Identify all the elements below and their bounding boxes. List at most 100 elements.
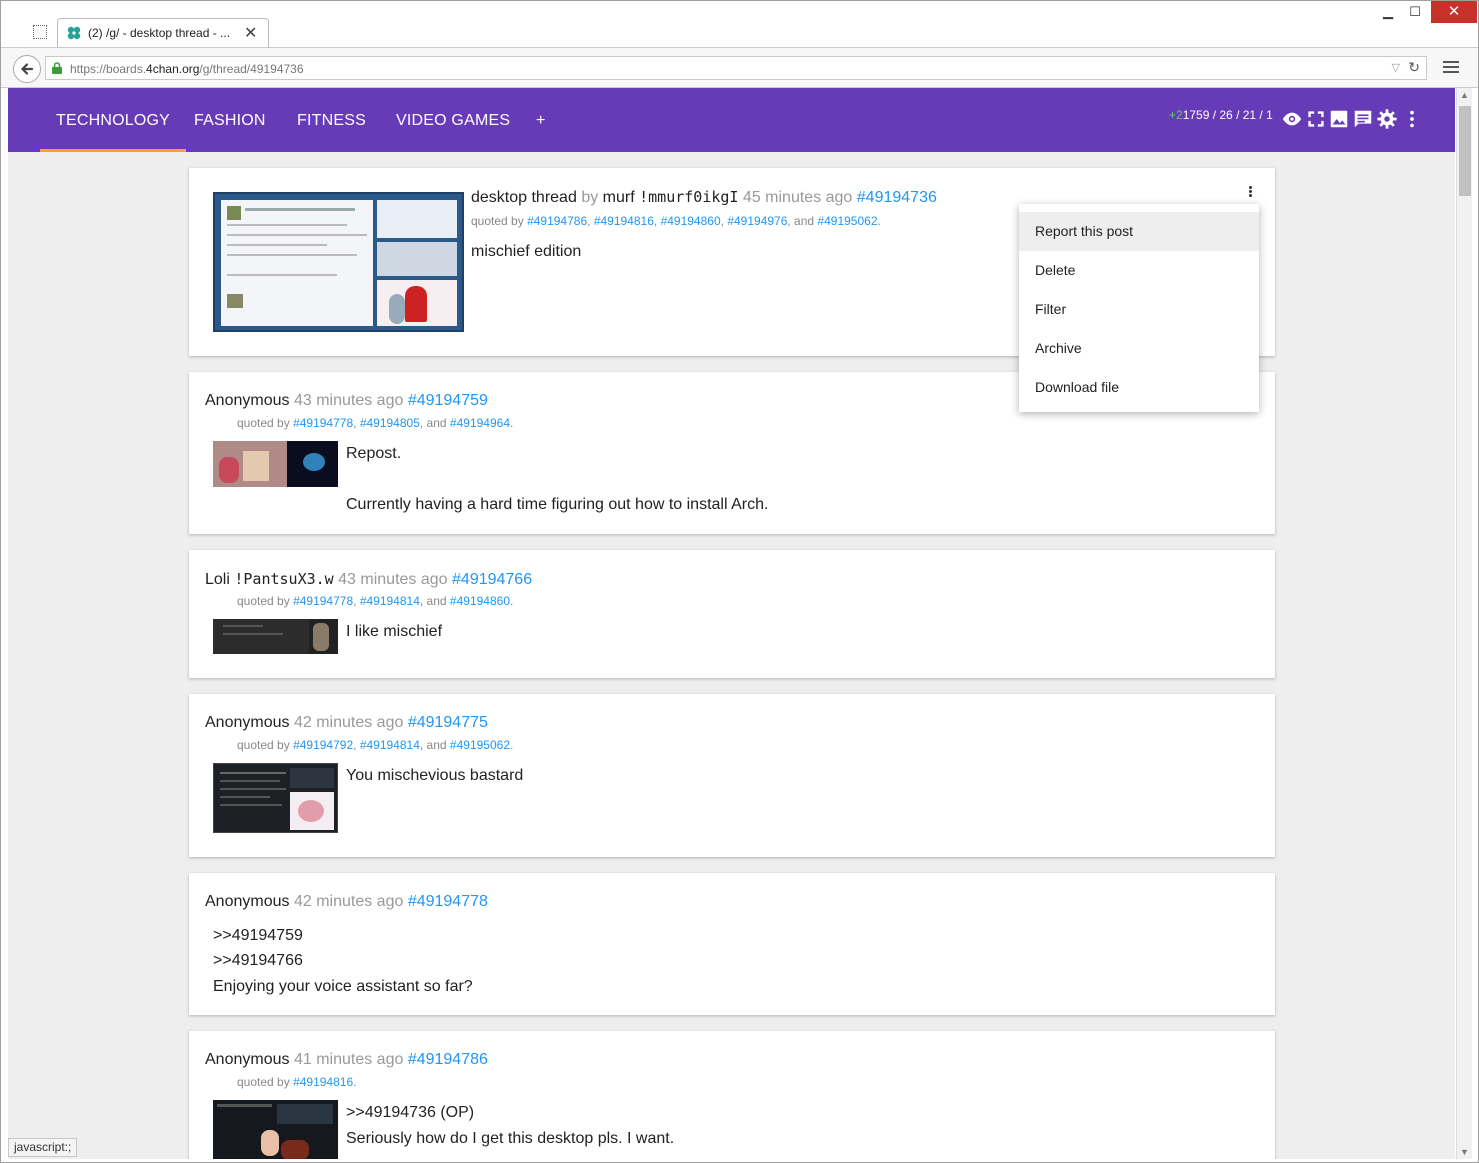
scroll-down-icon[interactable]: ▼ [1460, 1147, 1469, 1157]
poster-tripcode: !PantsuX3.w [234, 570, 334, 588]
quote-link[interactable]: #49194860 [661, 214, 721, 228]
quote-link[interactable]: #49194964 [450, 416, 510, 430]
quote-link[interactable]: #49194805 [360, 416, 420, 430]
post-body-line: Repost. [346, 445, 402, 462]
post-body: Enjoying your voice assistant so far? [213, 978, 473, 995]
tab-technology[interactable]: TECHNOLOGY [40, 88, 187, 152]
back-button[interactable] [13, 55, 41, 83]
poster-name: Anonymous [205, 392, 290, 409]
poster-name: Anonymous [205, 1051, 290, 1068]
menu-report-post[interactable]: Report this post [1019, 212, 1259, 251]
quote-link[interactable]: #49194816 [594, 214, 654, 228]
gear-icon[interactable] [1376, 108, 1398, 130]
post-menu-icon[interactable] [1249, 186, 1255, 198]
menu-delete[interactable]: Delete [1019, 251, 1259, 290]
thread-stats: +21759 / 26 / 21 / 1 [1169, 108, 1273, 122]
scroll-up-icon[interactable]: ▲ [1460, 90, 1469, 100]
post-id-link[interactable]: #49194736 [857, 189, 937, 206]
fullscreen-icon[interactable] [1305, 108, 1327, 130]
page-viewport: TECHNOLOGY FASHION FITNESS VIDEO GAMES +… [8, 88, 1455, 1159]
post-thumbnail[interactable] [213, 763, 338, 833]
quoted-by-label: quoted by [237, 594, 290, 608]
poster-name: Loli [205, 571, 230, 588]
quoted-by: quoted by #49194778, #49194814, and #491… [237, 594, 514, 608]
maximize-icon[interactable]: ☐ [1406, 4, 1424, 26]
post-header: Anonymous 42 minutes ago #49194775 [205, 714, 488, 732]
post-time: 43 minutes ago [338, 571, 448, 588]
reply-link[interactable]: >>49194759 [213, 923, 303, 949]
quote-link[interactable]: #49194816 [293, 1075, 353, 1089]
quote-link[interactable]: #49195062 [450, 738, 510, 752]
poster-name: Anonymous [205, 714, 290, 731]
post-body: Seriously how do I get this desktop pls.… [346, 1130, 675, 1147]
quoted-by-label: quoted by [471, 214, 524, 228]
reply-post: Anonymous 41 minutes ago #49194786 quote… [189, 1031, 1275, 1159]
quote-link[interactable]: #49194778 [293, 594, 353, 608]
window-close-icon[interactable]: ✕ [1431, 1, 1477, 23]
reload-icon[interactable]: ↻ [1408, 59, 1420, 76]
post-id-link[interactable]: #49194766 [452, 571, 532, 588]
post-id-link[interactable]: #49194778 [408, 893, 488, 910]
post-time: 43 minutes ago [293, 392, 404, 409]
quote-link[interactable]: #49194786 [527, 214, 587, 228]
post-body: mischief edition [471, 243, 582, 260]
tab-title: (2) /g/ - desktop thread - ... [88, 26, 231, 40]
tab-strip-icon[interactable] [33, 25, 47, 39]
quoted-by-label: quoted by [237, 738, 290, 752]
quoted-by-label: quoted by [237, 1075, 290, 1089]
more-vert-icon[interactable] [1401, 108, 1423, 130]
post-header: Anonymous 42 minutes ago #49194778 [205, 893, 488, 911]
post-id-link[interactable]: #49194786 [408, 1051, 488, 1068]
post-thumbnail[interactable] [213, 619, 338, 654]
tab-fitness[interactable]: FITNESS [281, 88, 382, 152]
reply-link[interactable]: >>49194766 [213, 948, 303, 974]
op-thumbnail[interactable] [213, 192, 464, 332]
quote-link[interactable]: #49194792 [293, 738, 353, 752]
poster-name: Anonymous [205, 893, 290, 910]
reply-post: Anonymous 42 minutes ago #49194778 >>491… [189, 873, 1275, 1015]
url-bar[interactable]: https://boards.4chan.org/g/thread/491947… [45, 56, 1427, 80]
post-time: 45 minutes ago [742, 189, 853, 206]
stats-counts: 1759 / 26 / 21 / 1 [1182, 108, 1273, 122]
url-path: /g/thread/49194736 [199, 62, 304, 76]
post-time: 41 minutes ago [293, 1051, 404, 1068]
tab-video-games[interactable]: VIDEO GAMES [380, 88, 526, 152]
arrow-left-icon [20, 63, 34, 75]
quote-link[interactable]: #49194976 [727, 214, 787, 228]
url-text: https://boards.4chan.org/g/thread/491947… [70, 62, 304, 76]
post-thumbnail[interactable] [213, 1100, 338, 1159]
chat-icon[interactable] [1352, 108, 1374, 130]
minimize-icon[interactable]: ▁ [1379, 4, 1397, 26]
eye-icon[interactable] [1281, 108, 1303, 130]
menu-archive[interactable]: Archive [1019, 329, 1259, 368]
add-board-button[interactable]: + [520, 88, 562, 152]
menu-filter[interactable]: Filter [1019, 290, 1259, 329]
post-id-link[interactable]: #49194775 [408, 714, 488, 731]
quote-link[interactable]: #49194778 [293, 416, 353, 430]
browser-menu-icon[interactable] [1441, 58, 1461, 78]
tab-close-icon[interactable]: ✕ [244, 23, 257, 43]
url-dropdown-icon[interactable]: ▽ [1392, 61, 1400, 74]
scroll-thumb[interactable] [1459, 106, 1471, 196]
post-thumbnail[interactable] [213, 441, 338, 487]
stats-new: +2 [1169, 108, 1183, 122]
post-context-menu: Report this post Delete Filter Archive D… [1019, 204, 1259, 412]
post-body: You mischevious bastard [346, 767, 524, 784]
quote-link[interactable]: #49195062 [817, 214, 877, 228]
menu-download-file[interactable]: Download file [1019, 368, 1259, 407]
post-header: Loli !PantsuX3.w 43 minutes ago #4919476… [205, 570, 532, 589]
vertical-scrollbar[interactable]: ▲ ▼ [1456, 88, 1472, 1159]
title-bar: (2) /g/ - desktop thread - ... ✕ ▁ ☐ ✕ [1, 1, 1478, 47]
quote-link[interactable]: #49194814 [360, 738, 420, 752]
post-id-link[interactable]: #49194759 [408, 392, 488, 409]
quote-link[interactable]: #49194860 [450, 594, 510, 608]
image-icon[interactable] [1328, 108, 1350, 130]
post-by: by [581, 189, 599, 206]
tab-fashion[interactable]: FASHION [178, 88, 282, 152]
quote-link[interactable]: #49194814 [360, 594, 420, 608]
browser-window: (2) /g/ - desktop thread - ... ✕ ▁ ☐ ✕ h… [0, 0, 1479, 1163]
reply-link[interactable]: >>49194736 (OP) [346, 1100, 474, 1126]
op-header: desktop thread by murf !mmurf0ikgI 45 mi… [471, 188, 937, 207]
post-time: 42 minutes ago [293, 893, 404, 910]
browser-tab[interactable]: (2) /g/ - desktop thread - ... ✕ [57, 18, 269, 47]
